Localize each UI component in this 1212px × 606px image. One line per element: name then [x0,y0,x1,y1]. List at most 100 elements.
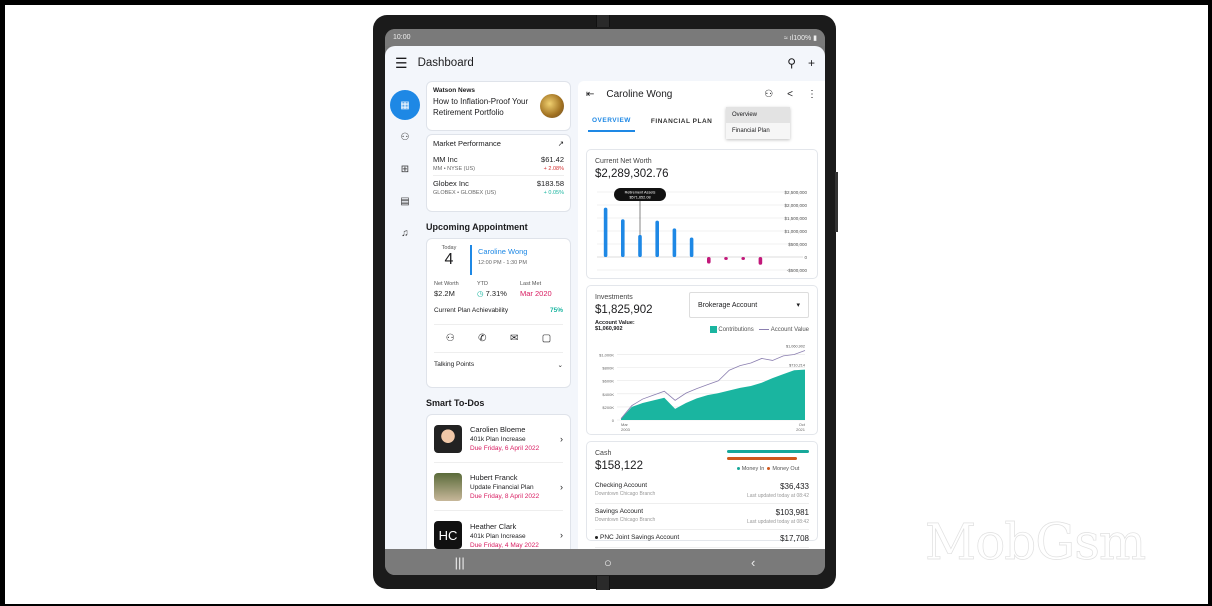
cash-flow-legend: Money In Money Out [727,450,809,472]
account-name: Checking Account [595,482,648,489]
y-tick-label: 0 [804,255,807,260]
last-met-value: Mar 2020 [520,289,552,298]
bar [707,257,711,264]
presentation-icon: ⊞ [400,163,410,175]
nav-notifications[interactable]: ♫ [389,218,421,248]
account-balance: $103,981 [775,508,809,517]
dropdown-arrow-icon: ▾ [796,302,800,309]
todo-item[interactable]: HC Heather Clark 401k Plan Increase Due Fr… [434,511,563,549]
chevron-right-icon: › [560,481,563,492]
stock-price: $61.42 [541,155,564,164]
ytd-value: 7.31% [485,289,507,298]
menu-item-financial-plan[interactable]: Financial Plan [726,123,790,139]
net-worth-label: Current Net Worth [595,158,652,165]
stock-change: + 0.05% [543,190,564,196]
legend-swatch-account-value [759,329,770,330]
chevron-right-icon: › [560,433,563,444]
phone-icon[interactable]: ✆ [478,333,486,344]
share-icon[interactable]: < [787,89,793,100]
todo-name: Hubert Franck [470,473,518,482]
todo-task: Update Financial Plan [470,484,534,491]
battery-icon: ▮ [813,34,817,42]
account-name: PNC Joint Savings Account [600,534,680,541]
net-worth-value: $2,289,302.76 [595,168,669,180]
todo-due: Due Friday, 6 April 2022 [470,445,540,452]
todo-due: Due Friday, 4 May 2022 [470,541,539,549]
y-tick-label: $800K [602,366,614,371]
wifi-icon: ≈ ıl [783,34,794,42]
client-name: Caroline Wong [606,89,673,100]
y-tick-label: 0 [612,418,615,423]
calendar-icon: ▤ [400,195,410,207]
bullet [595,535,598,539]
todo-name: Carolien Bloeme [470,425,526,434]
nav-dashboard[interactable]: ▦ [390,90,420,120]
device-screen: 10:00 ≈ ıl100% ▮ ☰ Dashboard ⚲ + ▦ ⚇ ⊞ ▤… [385,29,825,575]
message-icon[interactable]: ▢ [542,333,551,344]
stock-row[interactable]: MM Inc MM • NYSE (US) $61.42 + 2.08% [433,152,564,176]
tab-financial-plan[interactable]: FINANCIAL PLAN [651,112,712,131]
bar [672,228,677,257]
account-row[interactable]: Savings Account Downtown Chicago Branch $… [595,504,809,530]
todo-item[interactable]: Carolien Bloeme 401k Plan Increase Due Fri… [434,415,563,463]
account-select[interactable]: Brokerage Account ▾ [689,292,809,318]
status-bar: 10:00 ≈ ıl100% ▮ [385,29,825,46]
recents-button[interactable]: ||| [455,555,465,570]
legend-account-value: Account Value [770,327,809,334]
app-window: ☰ Dashboard ⚲ + ▦ ⚇ ⊞ ▤ ♫ Watson News Ho… [385,46,825,549]
menu-item-overview[interactable]: Overview [726,107,790,123]
home-button[interactable]: ○ [604,555,612,570]
back-button[interactable]: ‹ [751,555,755,570]
menu-icon[interactable]: ☰ [395,55,408,72]
todo-task: 401k Plan Increase [470,532,526,540]
bar [655,220,659,257]
nav-calendar[interactable]: ▤ [389,186,421,216]
y-tick-label: $2,000,000 [784,203,807,208]
search-icon[interactable]: ⚲ [787,56,796,70]
money-out-bar [727,457,797,460]
investments-chart[interactable]: 0 $200K $400K $600K $800K $1,000K $1,060,902 $7… [591,340,809,432]
chevron-down-icon: ⌄ [557,362,563,369]
todo-task: 401k Plan Increase [470,436,526,443]
talking-points-toggle[interactable]: Talking Points ⌄ [434,353,563,369]
status-icons: ≈ ıl100% ▮ [784,34,817,42]
appointment-client[interactable]: Caroline Wong [478,247,527,256]
talking-points-label: Talking Points [434,361,475,368]
x-tick-label: 2021 [796,427,806,432]
add-icon[interactable]: + [808,56,815,70]
bar [741,257,745,260]
bar [689,237,694,257]
meeting-icon[interactable]: ⚇ [446,333,455,344]
trend-icon[interactable]: ↗ [558,139,564,148]
page-title: Dashboard [417,57,474,69]
watermark: MobGsm [925,513,1147,572]
todos-card: Carolien Bloeme 401k Plan Increase Due Fri… [426,414,571,549]
net-worth-value: $2.2M [434,289,455,298]
email-icon[interactable]: ✉ [510,333,518,344]
x-tick-label: 2003 [621,427,631,432]
collapse-icon[interactable]: ⇤ [586,89,594,100]
account-row[interactable]: Checking Account Downtown Chicago Branch … [595,478,809,504]
account-name: Savings Account [595,508,644,515]
stock-row[interactable]: Globex Inc GLOBEX • GLOBEX (US) $183.58 + … [433,176,564,199]
group-icon[interactable]: ⚇ [764,89,773,100]
net-worth-panel: Current Net Worth $2,289,302.76 $2,500,0… [586,149,818,279]
net-worth-chart[interactable]: $2,500,000 $2,000,000 $1,500,000 $1,000,000… [593,186,809,276]
account-row[interactable]: PNC Joint Savings Account $17,708 [595,530,809,548]
y-tick-label: -$500,000 [787,268,808,273]
todo-item[interactable]: Hubert Franck Update Financial Plan Due Fr… [434,463,563,511]
news-card[interactable]: Watson News How to Inflation-Proof Your … [426,81,571,131]
client-header: ⇤ Caroline Wong ⚇ < ⋮ [578,81,825,108]
nav-presentations[interactable]: ⊞ [389,154,421,184]
net-worth-label: Net Worth [434,281,459,287]
app-bar: ☰ Dashboard ⚲ + [385,46,825,80]
account-updated: Last updated today at 08:42 [747,493,809,499]
nav-clients[interactable]: ⚇ [389,122,421,152]
image-border [0,0,1212,5]
bar [638,234,642,257]
y-tick-label: $2,500,000 [784,190,807,195]
more-vert-icon[interactable]: ⋮ [807,89,817,100]
day-number: 4 [444,251,454,268]
y-tick-label: $1,000K [599,353,614,358]
tab-overview[interactable]: OVERVIEW [588,111,635,132]
